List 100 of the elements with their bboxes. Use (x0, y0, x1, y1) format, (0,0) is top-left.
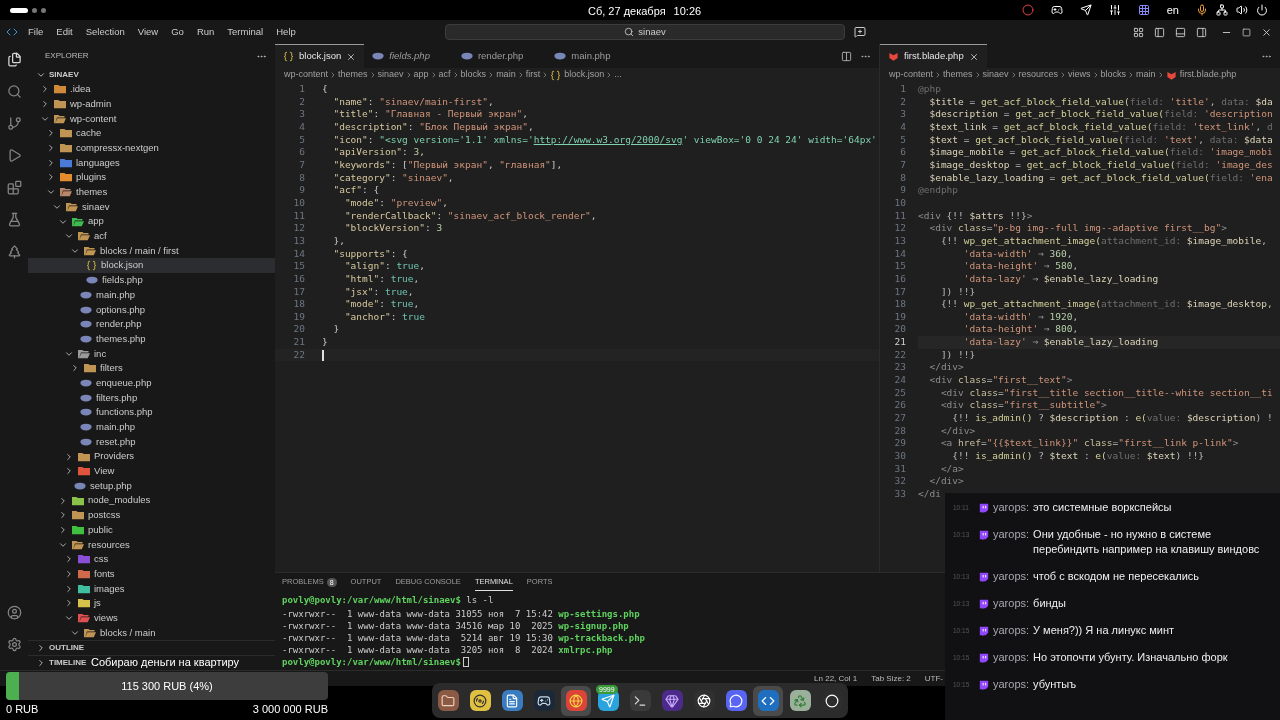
breadcrumb-item[interactable]: wp-content (889, 68, 934, 82)
run-icon[interactable] (6, 148, 22, 163)
menu-item[interactable]: Go (171, 24, 184, 40)
tree-item[interactable]: Providers (28, 449, 275, 464)
tree-item[interactable]: filters (28, 361, 275, 376)
branch-icon[interactable] (6, 116, 22, 131)
menu-item[interactable]: Edit (56, 24, 73, 40)
panel-bottom-icon[interactable] (1175, 26, 1186, 38)
status-item[interactable]: UTF- (924, 672, 943, 685)
tree-item[interactable]: main.php (28, 419, 275, 435)
tree-item[interactable]: sinaev (28, 199, 275, 215)
breadcrumb-item[interactable]: main (1136, 68, 1156, 82)
dock-item[interactable] (753, 685, 783, 716)
layout-icon[interactable] (1133, 26, 1144, 38)
tree-item[interactable]: node_modules (28, 493, 275, 508)
tree-item[interactable]: fonts (28, 566, 275, 582)
sliders-icon[interactable] (1108, 4, 1121, 16)
grid-icon[interactable] (1137, 4, 1150, 16)
tree-item[interactable]: filters.php (28, 390, 275, 406)
editor-tab[interactable]: fields.php (364, 44, 453, 68)
tree-item[interactable]: public (28, 522, 275, 538)
circle-icon[interactable] (1021, 4, 1034, 16)
dock-item[interactable] (561, 685, 591, 716)
tree-item[interactable]: wp-content (28, 111, 275, 127)
tree-item[interactable]: images (28, 581, 275, 597)
breadcrumb-item[interactable]: sinaev (982, 68, 1009, 82)
volume-icon[interactable] (1236, 4, 1248, 16)
tree-item[interactable]: block.json (28, 258, 275, 273)
tree-item[interactable]: themes.php (28, 331, 275, 347)
breadcrumb-item[interactable]: main (496, 68, 516, 82)
tree-item[interactable]: acf (28, 228, 275, 244)
close-icon[interactable] (1261, 26, 1272, 38)
menu-item[interactable]: Selection (85, 24, 125, 40)
account-icon[interactable] (6, 605, 22, 620)
tree-item[interactable]: js (28, 596, 275, 611)
clock-label[interactable]: 10:26 (673, 3, 702, 20)
close-icon[interactable] (346, 51, 357, 62)
network-icon[interactable] (1216, 4, 1228, 16)
breadcrumb-item[interactable]: ... (614, 68, 622, 82)
tree-item[interactable]: css (28, 552, 275, 567)
tree-item[interactable]: wp-admin (28, 96, 275, 112)
tree-item[interactable]: main.php (28, 287, 275, 303)
date-label[interactable]: Сб, 27 декабря (588, 3, 666, 20)
menu-item[interactable]: File (28, 24, 44, 40)
folder-title[interactable]: SINAEV (49, 69, 79, 81)
search-field[interactable]: sinaev (445, 24, 845, 40)
settings-icon[interactable] (6, 637, 22, 652)
tree-item[interactable]: options.php (28, 302, 275, 317)
editor-tab[interactable]: main.php (546, 44, 634, 68)
tree-item[interactable]: reset.php (28, 434, 275, 450)
tree-item[interactable]: functions.php (28, 405, 275, 420)
breadcrumb-item[interactable]: app (413, 68, 429, 82)
tree-item[interactable]: View (28, 463, 275, 479)
tree-item[interactable]: setup.php (28, 478, 275, 494)
tree-icon[interactable] (6, 244, 22, 259)
tree-item[interactable]: fields.php (28, 272, 275, 288)
menu-item[interactable]: Terminal (227, 24, 264, 40)
tree-item[interactable]: resources (28, 537, 275, 552)
split-editor-icon[interactable] (841, 50, 852, 62)
tree-item[interactable]: render.php (28, 317, 275, 332)
tree-item[interactable]: languages (28, 155, 275, 171)
breadcrumb-item[interactable]: themes (943, 68, 973, 82)
tree-item[interactable]: compressx-nextgen (28, 140, 275, 156)
breadcrumb-item[interactable]: first.blade.php (1179, 68, 1237, 82)
panel-right-icon[interactable] (1196, 26, 1207, 38)
breadcrumb-item[interactable]: wp-content (284, 68, 329, 82)
extensions-icon[interactable] (6, 180, 22, 195)
breadcrumb-item[interactable]: resources (1018, 68, 1059, 82)
tree-item[interactable]: themes (28, 184, 275, 200)
files-icon[interactable] (6, 52, 22, 67)
tree-item[interactable]: enqueue.php (28, 375, 275, 391)
breadcrumb-item[interactable]: sinaev (377, 68, 404, 82)
breadcrumb-item[interactable]: views (1068, 68, 1091, 82)
breadcrumb-item[interactable]: first (525, 68, 541, 82)
tree-item[interactable]: app (28, 214, 275, 229)
tree-item[interactable]: inc (28, 346, 275, 362)
section-header[interactable]: OUTLINE (28, 640, 275, 655)
status-item[interactable]: Ln 22, Col 1 (814, 672, 858, 685)
keyboard-layout[interactable]: en (1166, 1, 1179, 19)
paper-plane-icon[interactable] (1079, 4, 1092, 16)
editor-tab[interactable]: render.php (452, 44, 547, 68)
workspace-indicator[interactable] (10, 7, 28, 13)
tree-item[interactable]: blocks / main / first (28, 243, 275, 259)
breadcrumb-item[interactable]: acf (438, 68, 451, 82)
chat-icon[interactable] (854, 26, 866, 38)
tree-item[interactable]: .idea (28, 82, 275, 97)
power-icon[interactable] (1256, 4, 1268, 16)
microphone-icon[interactable] (1196, 4, 1208, 16)
tree-item[interactable]: cache (28, 126, 275, 141)
editor-tab[interactable]: first.blade.php (880, 44, 987, 68)
breadcrumb-item[interactable]: themes (338, 68, 368, 82)
panel-left-icon[interactable] (1154, 26, 1165, 38)
gamepad-icon[interactable] (1050, 4, 1063, 16)
flask-icon[interactable] (6, 212, 22, 227)
tree-item[interactable]: postcss (28, 507, 275, 523)
maximize-icon[interactable] (1242, 27, 1251, 37)
tree-item[interactable]: plugins (28, 170, 275, 185)
menu-item[interactable]: Help (276, 24, 296, 40)
search-icon[interactable] (6, 84, 22, 99)
editor-tab[interactable]: block.json (275, 44, 365, 68)
